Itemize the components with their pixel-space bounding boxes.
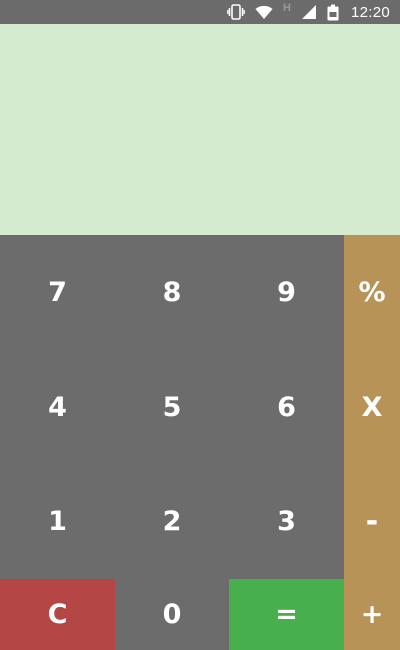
multiply-button[interactable]: X [344,350,400,464]
keypad: 7 8 9 % 4 5 6 X 1 2 3 - C 0 = + [0,235,400,650]
status-time: 12:20 [350,3,390,21]
status-bar: H 12:20 [0,0,400,24]
equals-button[interactable]: = [229,579,344,650]
key-8[interactable]: 8 [115,235,229,350]
battery-icon [327,0,339,24]
key-0[interactable]: 0 [115,579,229,650]
key-5[interactable]: 5 [115,350,229,464]
key-3[interactable]: 3 [229,464,344,579]
cell-signal-icon [301,0,317,24]
percent-button[interactable]: % [344,235,400,350]
key-4[interactable]: 4 [0,350,115,464]
key-2[interactable]: 2 [115,464,229,579]
subtract-button[interactable]: - [344,464,400,579]
clear-button[interactable]: C [0,579,115,650]
calculator-display [0,24,400,235]
network-type-label: H [283,2,291,14]
add-button[interactable]: + [344,579,400,650]
key-9[interactable]: 9 [229,235,344,350]
key-6[interactable]: 6 [229,350,344,464]
vibrate-icon [227,0,245,24]
network-type-icon: H [283,0,291,24]
key-1[interactable]: 1 [0,464,115,579]
wifi-icon [255,0,273,24]
key-7[interactable]: 7 [0,235,115,350]
